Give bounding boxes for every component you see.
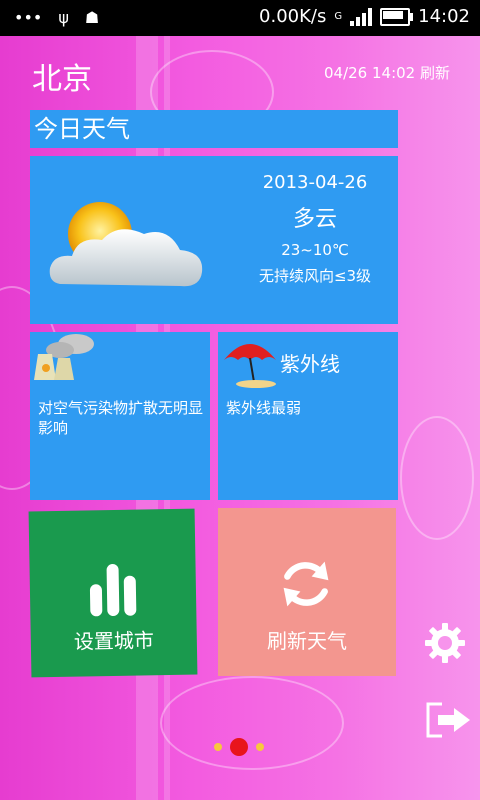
uv-index-tile[interactable]: 紫外线 紫外线最弱 bbox=[218, 332, 398, 500]
city-name: 北京 bbox=[32, 62, 92, 97]
clock: 14:02 bbox=[418, 6, 470, 27]
background-swirl bbox=[400, 416, 474, 540]
page-indicator bbox=[214, 738, 264, 756]
signal-icon bbox=[350, 7, 373, 26]
bar-chart-icon bbox=[89, 564, 137, 617]
weather-app: 北京 04/26 14:02 刷新 今日天气 2013-04-26 多云 23~… bbox=[0, 36, 480, 800]
air-pollution-tile[interactable]: 对空气污染物扩散无明显影响 bbox=[30, 332, 210, 500]
temperature-range: 23~10℃ bbox=[281, 241, 349, 259]
notification-icons: ••• ψ ☗ bbox=[14, 8, 99, 27]
battery-icon bbox=[380, 7, 414, 26]
uv-title: 紫外线 bbox=[280, 352, 340, 376]
status-bar: ••• ψ ☗ 0.00K/s G 14:02 bbox=[0, 0, 480, 36]
page-dot[interactable] bbox=[256, 743, 264, 751]
usb-icon: ψ bbox=[58, 8, 69, 27]
set-city-label: 设置城市 bbox=[73, 628, 155, 654]
refresh-label: 刷新天气 bbox=[267, 629, 347, 653]
refresh-weather-button[interactable]: 刷新天气 bbox=[218, 508, 396, 676]
dots-icon: ••• bbox=[14, 8, 43, 27]
android-debug-icon: ☗ bbox=[84, 8, 100, 27]
status-right: 0.00K/s G 14:02 bbox=[259, 6, 470, 27]
factory-icon bbox=[34, 334, 94, 380]
pollution-text: 对空气污染物扩散无明显影响 bbox=[38, 399, 204, 437]
wind-info: 无持续风向≤3级 bbox=[258, 267, 372, 285]
page-dot-active[interactable] bbox=[230, 738, 248, 756]
weather-date: 2013-04-26 bbox=[262, 172, 368, 193]
exit-icon[interactable] bbox=[424, 700, 472, 740]
today-weather-title: 今日天气 bbox=[30, 110, 398, 148]
today-weather-tile[interactable]: 2013-04-26 多云 23~10℃ 无持续风向≤3级 bbox=[30, 156, 398, 324]
network-type: G bbox=[334, 11, 343, 22]
settings-gear-icon[interactable] bbox=[424, 622, 466, 664]
weather-condition: 多云 bbox=[292, 207, 337, 232]
today-weather-details: 2013-04-26 多云 23~10℃ 无持续风向≤3级 bbox=[240, 172, 390, 286]
umbrella-icon bbox=[224, 344, 276, 388]
refresh-icon bbox=[283, 561, 329, 607]
last-updated[interactable]: 04/26 14:02 刷新 bbox=[324, 62, 450, 83]
cloudy-sun-icon bbox=[49, 202, 203, 287]
network-speed: 0.00K/s bbox=[259, 6, 327, 27]
page-dot[interactable] bbox=[214, 743, 222, 751]
set-city-button[interactable]: 设置城市 bbox=[28, 508, 198, 678]
uv-text: 紫外线最弱 bbox=[226, 399, 302, 417]
